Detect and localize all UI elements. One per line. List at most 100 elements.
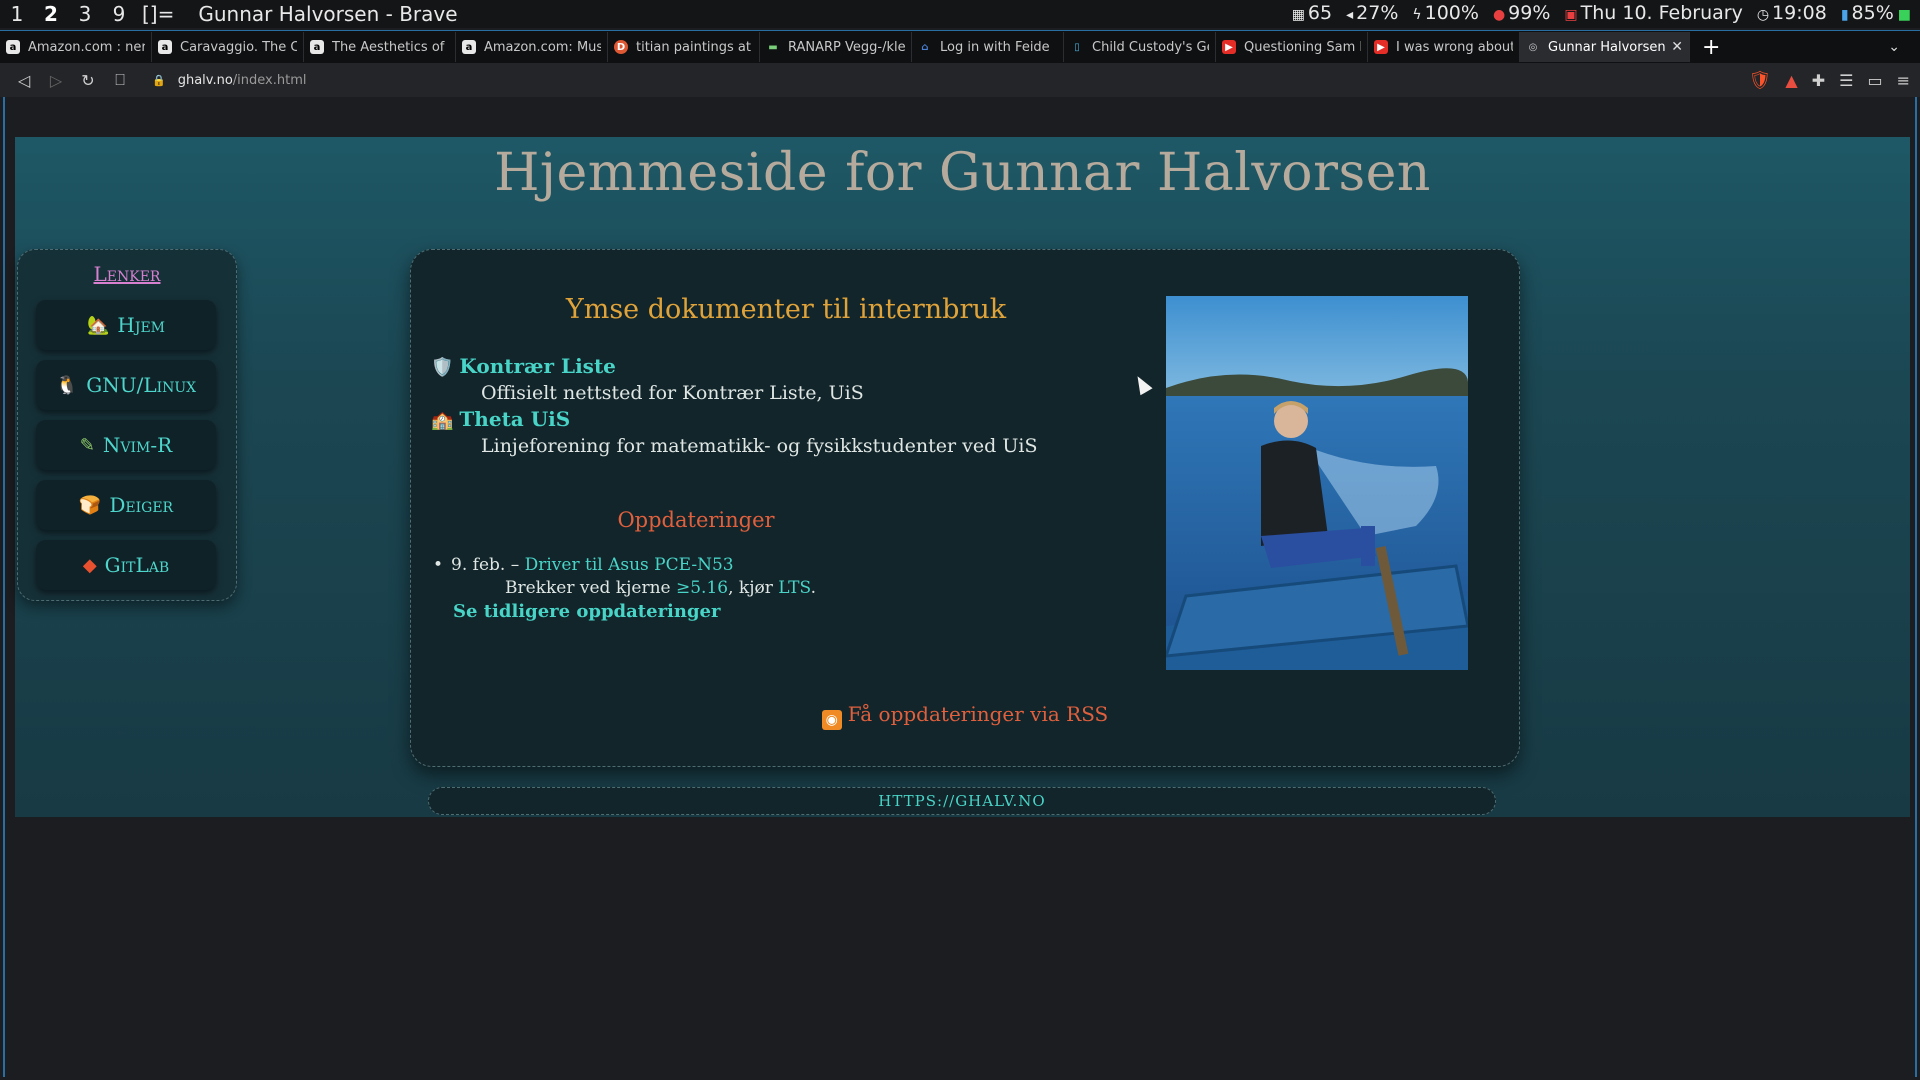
status-volume-value: 27% (1356, 2, 1399, 24)
extensions-icon[interactable]: ✚ (1812, 71, 1825, 90)
main-card: Ymse dokumenter til internbruk 🛡️ Kontrær… (410, 249, 1520, 767)
status-battery: ▮ 85% ■ (1841, 2, 1914, 24)
menu-icon[interactable]: ≡ (1897, 71, 1910, 90)
reload-button[interactable]: ↻ (72, 71, 104, 90)
battery-icon: ▮ (1840, 7, 1849, 23)
boat-photo-image (1166, 296, 1468, 670)
tab-aesthetics-music[interactable]: a The Aesthetics of Music (304, 32, 456, 62)
shield-icon: 🛡️ (431, 357, 454, 378)
status-area: ▦ 65 ◂ 27% ϟ 100% ● 99% ▣ Thu 10. February ◷ 1… (1292, 2, 1914, 24)
calendar-icon: ▣ (1564, 7, 1578, 23)
older-updates-link[interactable]: Se tidligere oppdateringer (453, 601, 721, 622)
amazon-icon: a (158, 40, 172, 54)
house-icon: 🏡 (86, 314, 110, 336)
plug-icon: ■ (1897, 7, 1911, 23)
rss-link[interactable]: ◉ Få oppdateringer via RSS (411, 702, 1519, 730)
page-body: Hjemmeside for Gunnar Halvorsen Lenker 🏡… (15, 137, 1910, 817)
workspace-2[interactable]: 2 (34, 2, 68, 26)
address-bar[interactable]: 🔒 ghalv.no/index.html (152, 73, 307, 88)
tab-sam-harris[interactable]: ▶ Questioning Sam Harris (1216, 32, 1368, 62)
back-button[interactable]: ◁ (8, 71, 40, 90)
doc-link[interactable]: Kontrær Liste (459, 354, 615, 378)
status-mem-value: 65 (1307, 2, 1333, 24)
wallet-icon[interactable]: ▭ (1867, 71, 1882, 90)
update-date: 9. feb. – (451, 555, 520, 575)
close-icon[interactable]: ✕ (1671, 39, 1683, 55)
sidebar-item-label: GNU/Linux (86, 373, 197, 397)
tab-child-custody[interactable]: ▯ Child Custody's Gende (1064, 32, 1216, 62)
browser-viewport: Hjemmeside for Gunnar Halvorsen Lenker 🏡… (3, 97, 1917, 1077)
update-detail-pre: Brekker ved kjerne (505, 578, 676, 598)
update-link[interactable]: Driver til Asus PCE-N53 (525, 555, 734, 575)
update-detail-end: . (810, 578, 816, 598)
amazon-icon: a (6, 40, 20, 54)
tab-title: Amazon.com : nerdrum (28, 39, 145, 55)
tab-amazon-nerdrum[interactable]: a Amazon.com : nerdrum (0, 32, 152, 62)
tab-feide-login[interactable]: ⌂ Log in with Feide (912, 32, 1064, 62)
bookmark-icon: ▯ (1074, 41, 1080, 53)
status-charge: ϟ 100% (1412, 2, 1479, 24)
update-detail-lts[interactable]: LTS (778, 578, 810, 598)
tab-amazon-music[interactable]: a Amazon.com: Music as (456, 32, 608, 62)
doc-link[interactable]: Theta UiS (459, 407, 570, 431)
url-host: ghalv.no (177, 72, 233, 88)
layout-indicator[interactable]: []= (142, 2, 174, 26)
status-date: ▣ Thu 10. February (1564, 2, 1742, 24)
forward-button[interactable]: ▷ (40, 71, 72, 90)
bookmark-button[interactable]: ⎕ (104, 70, 136, 90)
sidebar-title[interactable]: Lenker (18, 262, 236, 286)
status-volume: ◂ 27% (1346, 2, 1398, 24)
sidebar-item-label: Deiger (109, 493, 174, 517)
status-mem: ▦ 65 (1292, 2, 1332, 24)
sidebar-item-hjem[interactable]: 🏡 Hjem (36, 300, 216, 350)
youtube-icon: ▶ (1374, 40, 1388, 54)
globe-icon: ◎ (1528, 41, 1538, 53)
doc-description: Linjeforening for matematikk- og fysikks… (481, 435, 1038, 457)
status-time-value: 19:08 (1772, 2, 1827, 24)
tab-title: Caravaggio. The Compl (180, 39, 297, 55)
update-detail-version: ≥5.16 (676, 578, 729, 598)
lock-icon[interactable]: 🔒 (152, 74, 166, 87)
sidebar-item-nvim-r[interactable]: ✎ Nvim-R (36, 420, 216, 470)
rss-label: Få oppdateringer via RSS (847, 702, 1109, 726)
tab-caravaggio[interactable]: a Caravaggio. The Compl (152, 32, 304, 62)
doc-item-theta-uis: 🏫 Theta UiS Linjeforening for matematikk-… (431, 407, 1037, 457)
status-battery-value: 85% (1851, 2, 1894, 24)
brave-shields-icon[interactable]: 🛡 (1749, 70, 1772, 91)
tab-gunnar-halvorsen[interactable]: ◎ Gunnar Halvorsen ✕ (1520, 32, 1690, 62)
url-path: /index.html (232, 72, 307, 88)
sidebar-item-gnu-linux[interactable]: 🐧 GNU/Linux (36, 360, 216, 410)
git-icon: ◆ (82, 554, 97, 576)
doc-item-kontraer-liste: 🛡️ Kontrær Liste Offisielt nettsted for K… (431, 354, 864, 404)
amazon-icon: a (462, 40, 476, 54)
tab-wrong-about-apple[interactable]: ▶ I was wrong about Appl (1368, 32, 1520, 62)
workspace-9[interactable]: 9 (102, 2, 136, 26)
sidebar-item-gitlab[interactable]: ◆ GitLab (36, 540, 216, 590)
status-cpu-value: 99% (1508, 2, 1551, 24)
footer-url[interactable]: HTTPS://GHALV.NO (428, 787, 1496, 815)
tab-ranarp[interactable]: ▬ RANARP Vegg-/klemme (760, 32, 912, 62)
reading-list-icon[interactable]: ☰ (1839, 71, 1853, 90)
sidebar-item-label: Nvim-R (102, 433, 173, 457)
workspace-1[interactable]: 1 (0, 2, 34, 26)
memory-icon: ▦ (1291, 7, 1305, 23)
tab-title: RANARP Vegg-/klemme (788, 39, 905, 55)
penguin-icon: 🐧 (55, 374, 79, 396)
update-item: • 9. feb. – Driver til Asus PCE-N53 (433, 555, 734, 575)
tab-title: titian paintings at Duck (636, 39, 753, 55)
tab-title: Amazon.com: Music as (484, 39, 601, 55)
workspace-3[interactable]: 3 (68, 2, 102, 26)
new-tab-button[interactable]: + (1702, 35, 1720, 60)
youtube-icon: ▶ (1222, 40, 1236, 54)
window-title: Gunnar Halvorsen - Brave (198, 2, 458, 26)
updates-heading: Oppdateringer (617, 508, 775, 532)
clock-icon: ◷ (1756, 7, 1770, 23)
brave-rewards-icon[interactable]: ▲ (1785, 71, 1797, 90)
navigation-bar: ◁ ▷ ↻ ⎕ 🔒 ghalv.no/index.html 🛡 ▲ ✚ ☰ ▭ … (0, 63, 1920, 97)
sidebar-item-deiger[interactable]: 🍞 Deiger (36, 480, 216, 530)
amazon-icon: a (310, 40, 324, 54)
sidebar: Lenker 🏡 Hjem 🐧 GNU/Linux ✎ Nvim-R 🍞 Deiger … (17, 249, 237, 601)
chevron-down-icon[interactable]: ⌄ (1888, 39, 1900, 55)
tab-titian-duckduckgo[interactable]: Dtitian paintings at Duck (608, 32, 760, 62)
rss-icon: ◉ (821, 710, 842, 730)
